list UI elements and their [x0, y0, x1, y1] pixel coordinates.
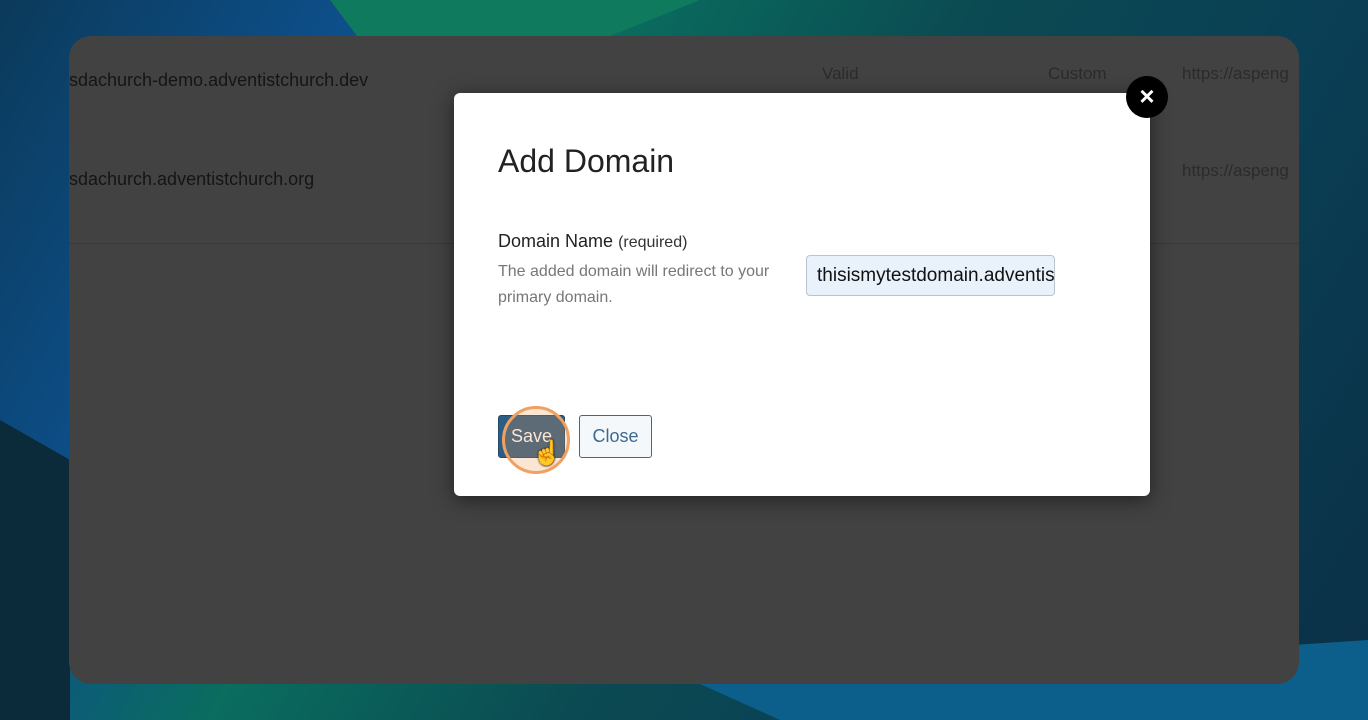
add-domain-modal: Add Domain Domain Name (required) The ad…	[454, 93, 1150, 496]
domain-name-input[interactable]: thisismytestdomain.adventistchurch	[806, 255, 1055, 296]
domain-type: Custom	[1048, 64, 1107, 83]
domain-status: Valid	[822, 64, 859, 83]
field-label-text: Domain Name	[498, 231, 614, 251]
domain-name: sdachurch-demo.adventistchurch.dev	[69, 70, 369, 90]
field-label: Domain Name (required)	[498, 231, 687, 252]
domain-url[interactable]: https://aspeng	[1182, 64, 1289, 84]
close-icon[interactable]: ×	[1126, 76, 1168, 118]
field-help: The added domain will redirect to your p…	[498, 263, 770, 306]
domain-name: sdachurch.adventistchurch.org	[69, 169, 315, 189]
domain-url[interactable]: https://aspeng	[1182, 161, 1289, 181]
modal-title: Add Domain	[498, 143, 675, 179]
pointer-cursor-icon: ☝	[532, 440, 562, 467]
close-button[interactable]: Close	[579, 415, 652, 458]
required-marker: (required)	[618, 234, 688, 251]
